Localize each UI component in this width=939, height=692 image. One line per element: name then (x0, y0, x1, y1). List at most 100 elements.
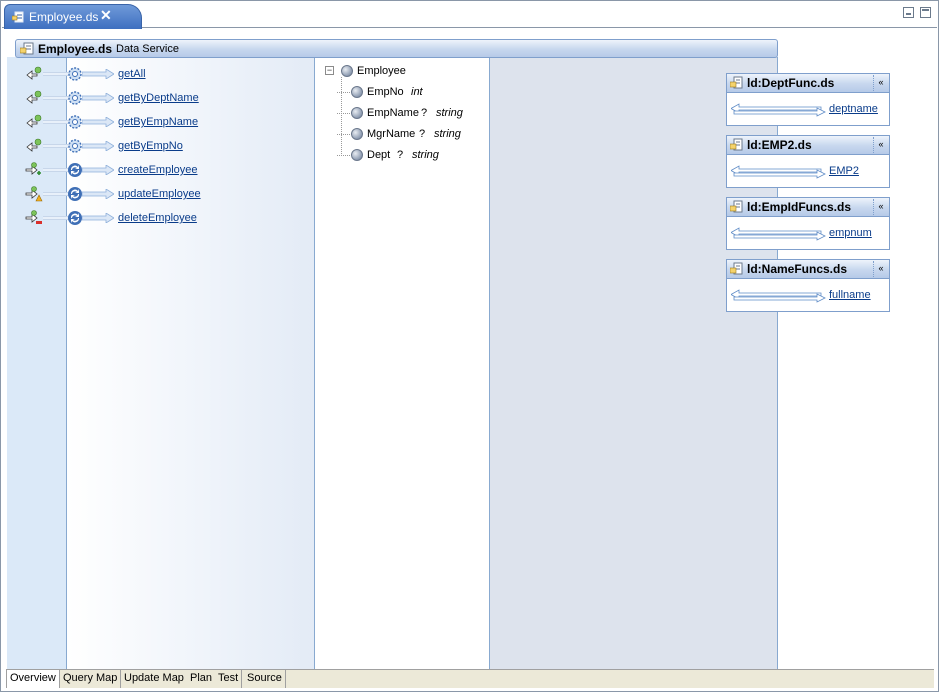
tree-root-label: Employee (357, 65, 406, 77)
tree-connector (337, 92, 350, 93)
tree-connector (337, 155, 350, 156)
delete-operation-icon (25, 210, 42, 224)
schema-tree: − Employee EmpNo int EmpName ? string Mg… (315, 57, 490, 187)
service-header[interactable]: Employee.ds Data Service (15, 39, 778, 58)
data-service-icon (730, 76, 743, 89)
dependency-box: ld:DeptFunc.ds « deptname (726, 73, 890, 126)
operation-row: getAll (6, 66, 306, 84)
create-operation-icon (25, 162, 41, 175)
field-name: MgrName (367, 128, 416, 140)
double-arrow-icon (731, 165, 826, 179)
collapse-up-icon[interactable]: « (873, 75, 888, 91)
gear-icon (68, 115, 82, 129)
double-arrow-icon (731, 103, 826, 117)
editor-frame: Employee.ds ✕ Employee.ds Data Service g… (0, 0, 939, 692)
element-icon (351, 128, 363, 140)
element-icon (341, 65, 353, 77)
dependency-box: ld:EMP2.ds « EMP2 (726, 135, 890, 188)
operation-link-getAll[interactable]: getAll (118, 68, 146, 80)
editor-tab[interactable]: Employee.ds ✕ (4, 4, 142, 29)
operation-row: getByEmpNo (6, 138, 306, 156)
tab-source[interactable]: Source (244, 670, 286, 688)
collapse-up-icon[interactable]: « (873, 261, 888, 277)
operation-link-deleteEmployee[interactable]: deleteEmployee (118, 212, 197, 224)
operation-row: getByEmpName (6, 114, 306, 132)
data-service-file-icon (12, 11, 24, 23)
tab-overview[interactable]: Overview (6, 670, 60, 688)
operation-row: deleteEmployee (6, 210, 306, 228)
operation-row: updateEmployee (6, 186, 306, 204)
read-operation-icon (26, 114, 42, 128)
arrow-right-icon (82, 213, 114, 223)
dependency-function-link[interactable]: fullname (829, 289, 871, 301)
double-arrow-icon (731, 289, 826, 303)
dependency-header[interactable]: ld:EmpIdFuncs.ds « (727, 198, 889, 217)
field-optional: ? (397, 149, 404, 161)
arrow-right-icon (82, 69, 114, 79)
minimize-button[interactable] (903, 7, 914, 18)
field-name: EmpNo (367, 86, 404, 98)
operation-link-updateEmployee[interactable]: updateEmployee (118, 188, 201, 200)
operation-row: createEmployee (6, 162, 306, 180)
arrow-right-icon (82, 93, 114, 103)
gear-icon (68, 91, 82, 105)
dependency-name: ld:DeptFunc.ds (747, 76, 835, 90)
editor-tab-bar: Employee.ds ✕ (2, 2, 937, 29)
field-optional: ? (419, 128, 426, 140)
data-service-icon (730, 200, 743, 213)
refresh-icon (68, 163, 82, 177)
overview-canvas: Employee.ds Data Service getAll getByDep… (6, 36, 934, 669)
operation-row: getByDeptName (6, 90, 306, 108)
dependency-box: ld:NameFuncs.ds « fullname (726, 259, 890, 312)
dependency-function-link[interactable]: deptname (829, 103, 878, 115)
dependency-function-link[interactable]: EMP2 (829, 165, 859, 177)
field-name: Dept (367, 149, 391, 161)
read-operation-icon (26, 66, 42, 80)
collapse-up-icon[interactable]: « (873, 137, 888, 153)
operation-link-getByDeptName[interactable]: getByDeptName (118, 92, 199, 104)
dependency-name: ld:EmpIdFuncs.ds (747, 200, 852, 214)
gear-icon (68, 67, 82, 81)
field-type: string (412, 149, 439, 161)
tree-connector (337, 113, 350, 114)
element-icon (351, 86, 363, 98)
data-service-icon (730, 138, 743, 151)
arrow-right-icon (82, 141, 114, 151)
field-type: string (434, 128, 461, 140)
tab-update-map[interactable]: Update Map (121, 670, 188, 688)
dependency-function-link[interactable]: empnum (829, 227, 872, 239)
read-operation-icon (26, 138, 42, 152)
operation-link-createEmployee[interactable]: createEmployee (118, 164, 198, 176)
dependency-name: ld:EMP2.ds (747, 138, 812, 152)
element-icon (351, 107, 363, 119)
arrow-right-icon (82, 165, 114, 175)
tree-connector (341, 77, 342, 156)
double-arrow-icon (731, 227, 826, 241)
gear-icon (68, 139, 82, 153)
data-service-icon (20, 42, 34, 55)
refresh-icon (68, 187, 82, 201)
tab-test[interactable]: Test (215, 670, 243, 688)
field-optional: ? (421, 107, 428, 119)
close-tab-icon[interactable]: ✕ (100, 7, 112, 24)
dependency-box: ld:EmpIdFuncs.ds « empnum (726, 197, 890, 250)
read-operation-icon (26, 90, 42, 104)
field-name: EmpName (367, 107, 419, 119)
dependency-header[interactable]: ld:EMP2.ds « (727, 136, 889, 155)
tab-plan[interactable]: Plan (187, 670, 217, 688)
collapse-up-icon[interactable]: « (873, 199, 888, 215)
editor-tab-title: Employee.ds (29, 10, 99, 24)
editor-page-tabs: Overview Query Map Update Map Plan Test … (6, 669, 934, 688)
maximize-button[interactable] (920, 7, 931, 18)
service-type: Data Service (116, 43, 179, 55)
operation-link-getByEmpName[interactable]: getByEmpName (118, 116, 198, 128)
element-icon (351, 149, 363, 161)
dependency-header[interactable]: ld:NameFuncs.ds « (727, 260, 889, 279)
operation-link-getByEmpNo[interactable]: getByEmpNo (118, 140, 183, 152)
field-type: string (436, 107, 463, 119)
dependency-header[interactable]: ld:DeptFunc.ds « (727, 74, 889, 93)
tab-query-map[interactable]: Query Map (60, 670, 122, 688)
update-operation-icon (25, 186, 43, 202)
service-name: Employee.ds (38, 42, 113, 56)
collapse-icon[interactable]: − (325, 66, 334, 75)
